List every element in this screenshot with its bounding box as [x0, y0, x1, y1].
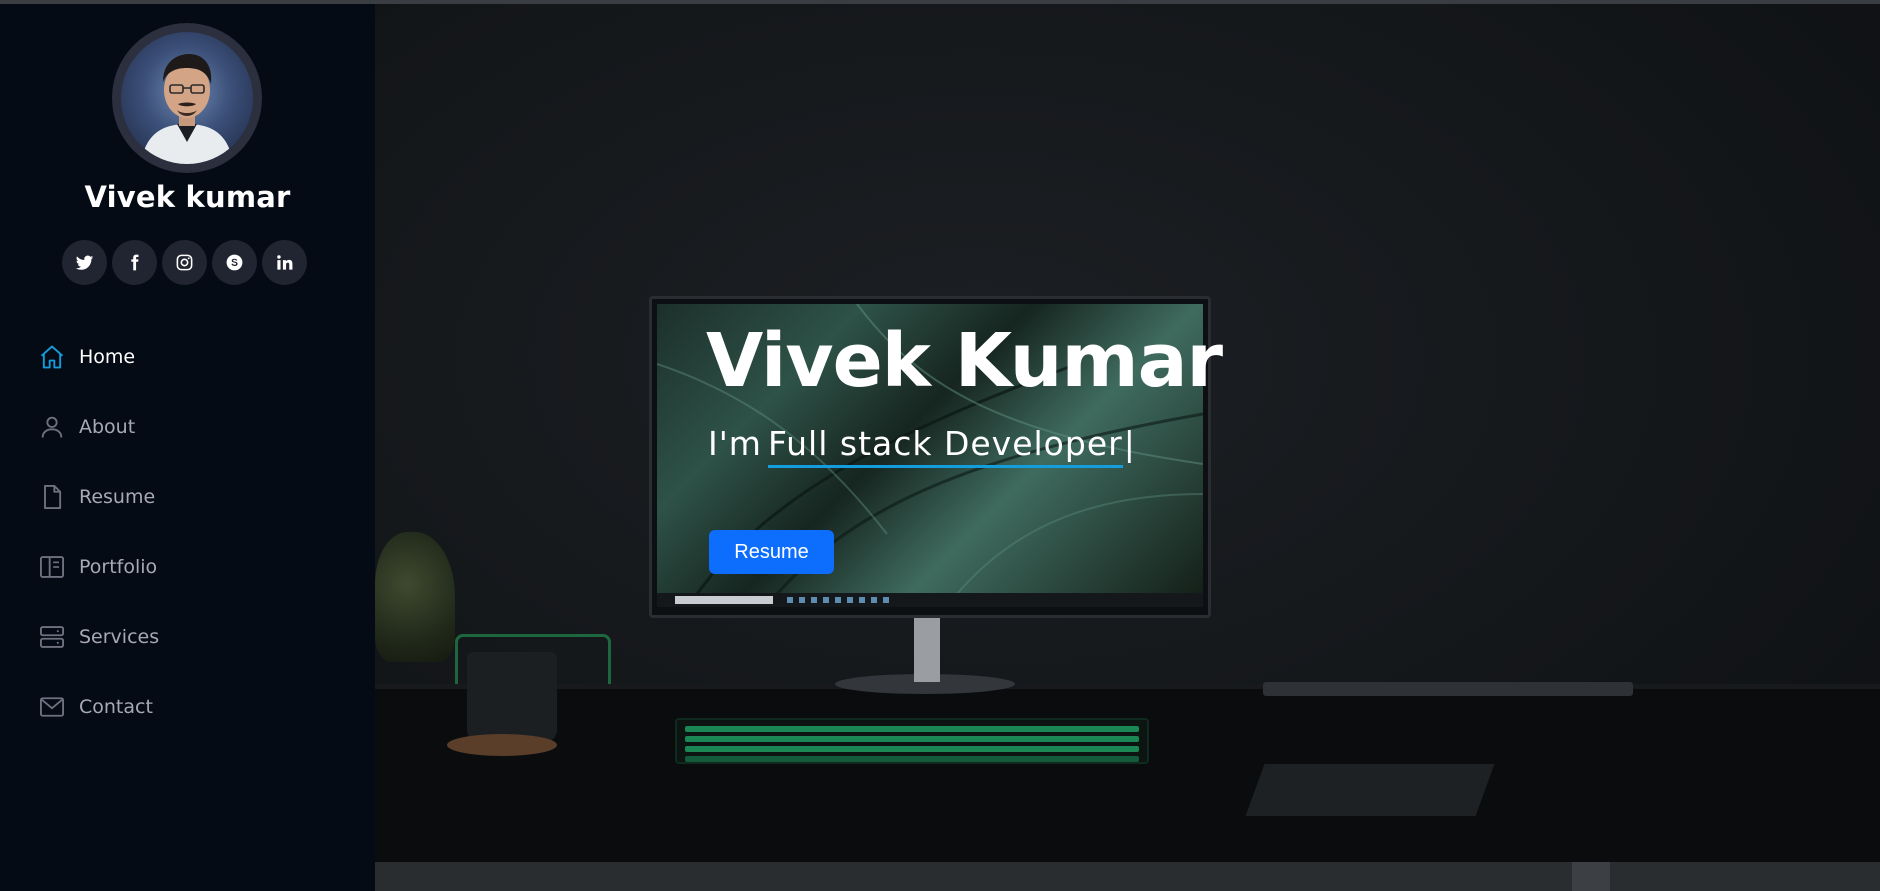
person-icon	[41, 416, 63, 438]
envelope-icon	[39, 697, 65, 717]
nav-item-services[interactable]: Services	[0, 602, 375, 672]
plant-image	[375, 532, 455, 662]
house-icon	[40, 345, 64, 369]
server-icon	[39, 626, 65, 648]
linkedin-icon	[277, 255, 293, 270]
avatar-ring	[112, 23, 262, 173]
file-icon	[44, 484, 62, 510]
instagram-icon	[176, 254, 193, 271]
linkedin-link[interactable]	[262, 240, 307, 285]
twitter-link[interactable]	[62, 240, 107, 285]
hero-section: Vivek Kumar I'm Full stack Developer| Res…	[375, 4, 1880, 891]
nav-item-about[interactable]: About	[0, 392, 375, 462]
hero-subtitle: I'm Full stack Developer|	[708, 424, 1136, 468]
resume-button[interactable]: Resume	[709, 530, 834, 574]
facebook-link[interactable]	[112, 240, 157, 285]
coaster-image	[447, 734, 557, 756]
nav-item-contact[interactable]: Contact	[0, 672, 375, 742]
desk-image	[375, 689, 1880, 866]
desk-leg-image	[1572, 862, 1610, 891]
nav-menu: Home About Resume Portfolio Services Con…	[0, 322, 375, 742]
instagram-link[interactable]	[162, 240, 207, 285]
typing-cursor: |	[1123, 424, 1136, 463]
mousepad-image	[1245, 764, 1495, 816]
twitter-icon	[75, 255, 94, 270]
keyboard-image	[675, 718, 1149, 764]
nav-label-home: Home	[79, 346, 136, 368]
nav-label-contact: Contact	[79, 696, 153, 718]
hero-subtitle-prefix: I'm	[708, 424, 762, 463]
floor-image	[375, 862, 1880, 891]
nav-item-home[interactable]: Home	[0, 322, 375, 392]
skype-icon	[226, 254, 243, 271]
nav-label-services: Services	[79, 626, 160, 648]
laptop-image	[1263, 682, 1633, 696]
profile-name: Vivek kumar	[84, 180, 291, 214]
taskbar-image	[657, 593, 1203, 607]
facebook-icon	[131, 254, 139, 271]
nav-item-resume[interactable]: Resume	[0, 462, 375, 532]
nav-label-resume: Resume	[79, 486, 156, 508]
mug-image	[467, 652, 557, 742]
typed-text: Full stack Developer	[767, 424, 1123, 468]
sidebar: Vivek kumar Home About Resume Portfolio …	[0, 4, 375, 891]
social-links	[62, 240, 307, 285]
nav-label-portfolio: Portfolio	[79, 556, 158, 578]
hero-title: Vivek Kumar	[706, 318, 1223, 404]
avatar	[121, 32, 253, 164]
skype-link[interactable]	[212, 240, 257, 285]
nav-label-about: About	[79, 416, 136, 438]
monitor-stand-neck	[914, 618, 940, 682]
nav-item-portfolio[interactable]: Portfolio	[0, 532, 375, 602]
layout-icon	[39, 556, 65, 578]
